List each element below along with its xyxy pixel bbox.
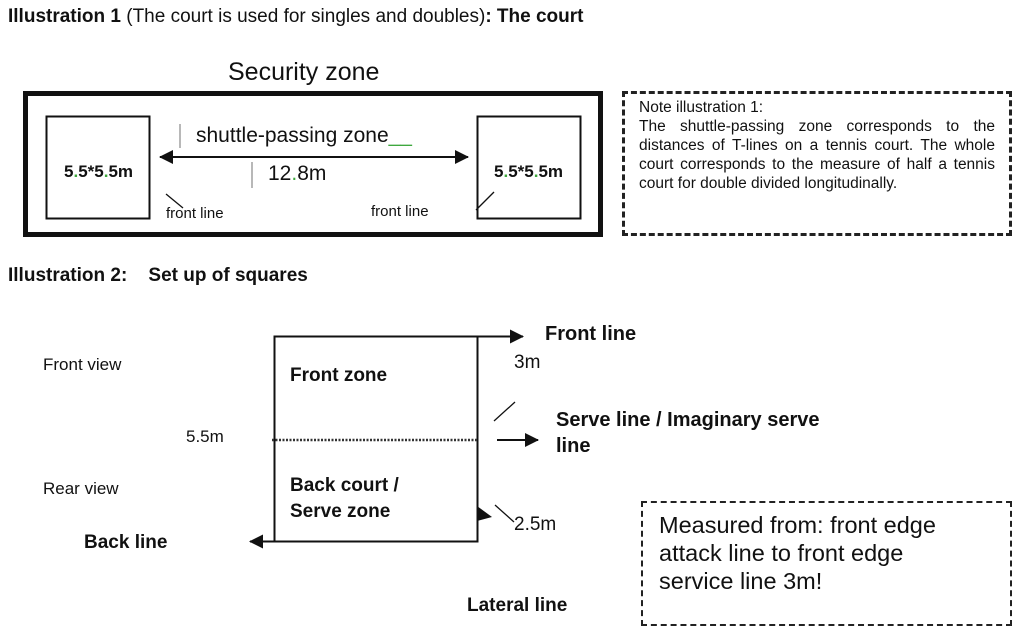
front-line-label: Front line — [545, 323, 637, 345]
front-measure-pointer — [493, 401, 516, 422]
back-measure-pointer — [494, 504, 515, 523]
front-view-label: Front view — [43, 355, 122, 374]
left-square-label: 5.5*5.5m — [64, 162, 134, 181]
right-square-label: 5.5*5.5m — [494, 162, 564, 181]
front-measure-label: 3m — [514, 352, 541, 373]
note-illustration-1: Note illustration 1: The shuttle-passing… — [622, 91, 1012, 236]
passing-zone-label: shuttle-passing zone__ — [196, 124, 412, 147]
back-line-label: Back line — [84, 532, 168, 553]
distance-label: 12.8m — [268, 162, 327, 185]
front-line-left-label: front line — [166, 205, 224, 222]
lateral-line-label: Lateral line — [467, 595, 568, 616]
measurement-note: Measured from: front edge attack line to… — [641, 501, 1012, 626]
side-measure-label: 5.5m — [186, 427, 224, 446]
illustration2-heading: Illustration 2: Set up of squares — [8, 265, 308, 286]
front-zone-label: Front zone — [290, 365, 388, 386]
back-measure-arrowhead — [477, 506, 492, 521]
rear-view-label: Rear view — [43, 479, 119, 498]
serve-line-label: Serve line / Imaginary serve line — [556, 409, 820, 457]
back-zone-label: Back court / Serve zone — [290, 475, 399, 522]
front-line-right-label: front line — [371, 203, 429, 220]
back-measure-label: 2.5m — [514, 514, 557, 535]
note1-body: The shuttle-passing zone corresponds to … — [639, 118, 995, 192]
note1-title: Note illustration 1: — [639, 99, 764, 116]
front-line-pointer-right — [475, 191, 495, 211]
